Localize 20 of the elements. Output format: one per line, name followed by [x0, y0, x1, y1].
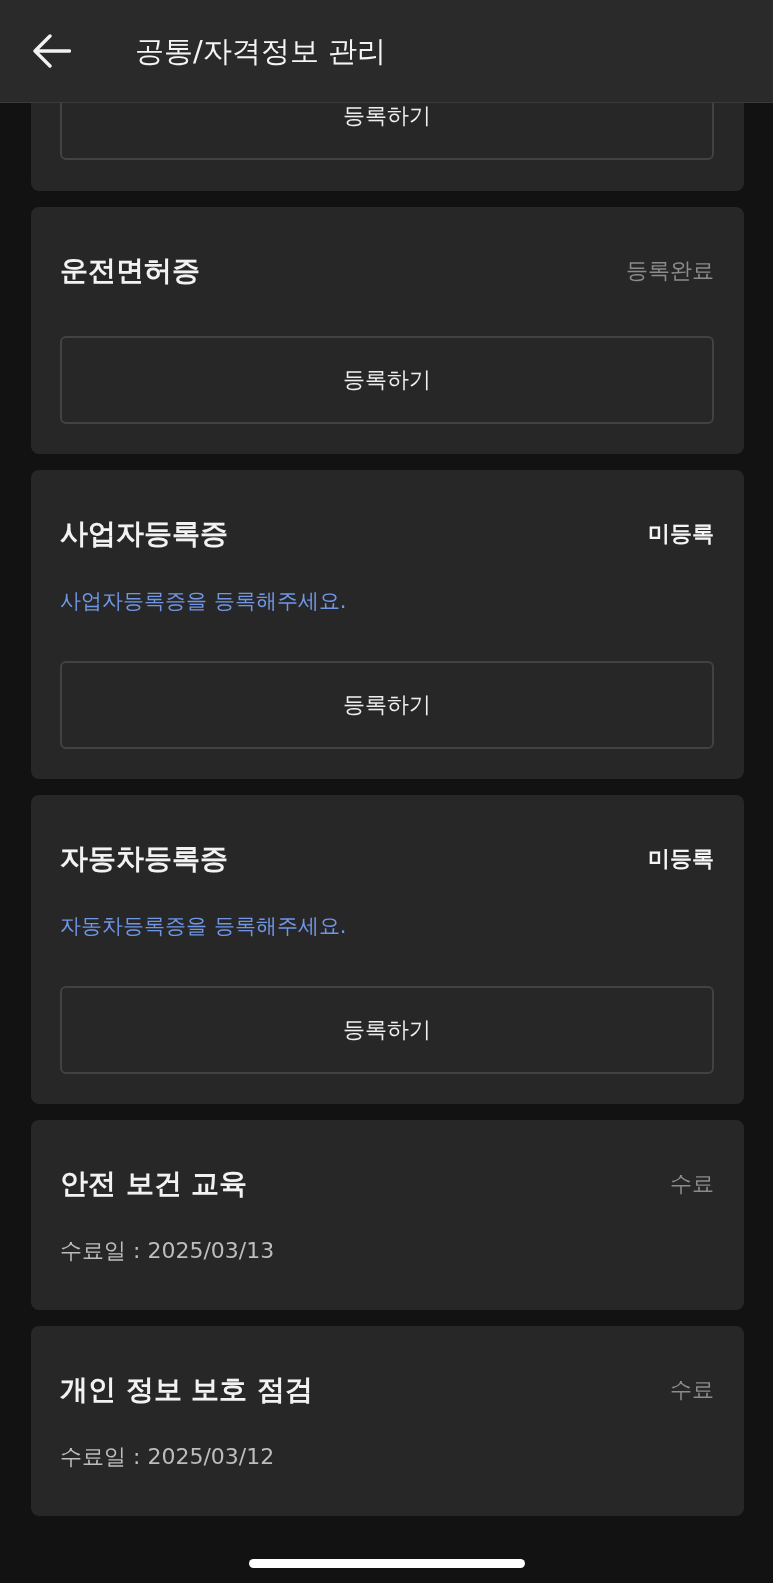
- register-button[interactable]: 등록하기: [60, 661, 714, 749]
- card-title: 운전면허증: [60, 254, 200, 288]
- card-title: 개인 정보 보호 점검: [60, 1373, 314, 1407]
- completion-date: 수료일 : 2025/03/13: [60, 1238, 276, 1264]
- register-button[interactable]: 등록하기: [60, 103, 714, 160]
- status-label: 등록완료: [626, 257, 714, 285]
- register-button[interactable]: 등록하기: [60, 336, 714, 424]
- completion-date: 수료일 : 2025/03/12: [60, 1444, 276, 1470]
- status-label: 미등록: [648, 520, 714, 548]
- status-label: 수료: [670, 1170, 714, 1198]
- page-title: 공통/자격정보 관리: [135, 33, 386, 69]
- register-button[interactable]: 등록하기: [60, 986, 714, 1074]
- card-title: 자동차등록증: [60, 842, 228, 876]
- card-title: 안전 보건 교육: [60, 1167, 248, 1201]
- card-title: 사업자등록증: [60, 517, 228, 551]
- status-label: 수료: [670, 1376, 714, 1404]
- registration-prompt: 사업자등록증을 등록해주세요.: [60, 588, 348, 614]
- back-arrow-icon[interactable]: [33, 34, 71, 68]
- status-label: 미등록: [648, 845, 714, 873]
- registration-prompt: 자동차등록증을 등록해주세요.: [60, 913, 348, 939]
